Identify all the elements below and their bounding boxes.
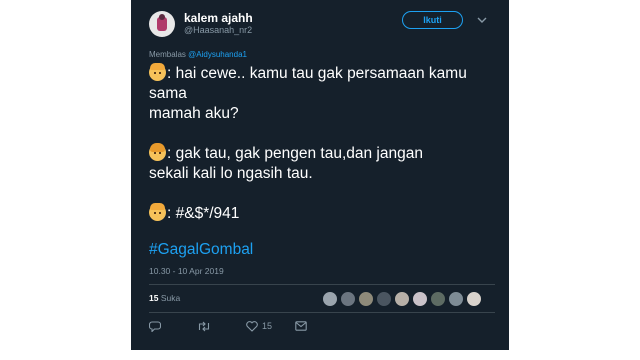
reply-button[interactable]: [149, 318, 161, 334]
man-emoji-icon: [149, 203, 166, 221]
tweet-line: : hai cewe.. kamu tau gak persamaan kamu: [149, 63, 467, 84]
chevron-down-icon[interactable]: [475, 14, 489, 26]
liker-avatar[interactable]: [412, 291, 428, 307]
tweet-card: kalem ajahh @Haasanah_nr2 Ikuti Membalas…: [131, 0, 509, 350]
man-emoji-icon: [149, 63, 166, 81]
liker-avatar[interactable]: [466, 291, 482, 307]
heart-icon: [246, 320, 258, 332]
tweet-line: sama: [149, 85, 187, 102]
retweet-button[interactable]: [197, 318, 211, 334]
like-count: 15: [262, 321, 273, 331]
divider: [149, 312, 495, 313]
tweet-actions: 15: [131, 318, 509, 336]
liker-avatars: [322, 291, 482, 307]
liker-avatar[interactable]: [340, 291, 356, 307]
retweet-icon: [198, 321, 210, 331]
author-handle[interactable]: @Haasanah_nr2: [184, 25, 252, 35]
avatar[interactable]: [149, 11, 175, 37]
tweet-line: : gak tau, gak pengen tau,dan jangan: [149, 143, 423, 164]
direct-message-button[interactable]: [295, 318, 307, 334]
woman-emoji-icon: [149, 143, 166, 161]
liker-avatar[interactable]: [430, 291, 446, 307]
tweet-line: mamah aku?: [149, 105, 239, 122]
like-button[interactable]: 15: [246, 318, 272, 334]
tweet-line: sekali kali lo ngasih tau.: [149, 165, 313, 182]
liker-avatar[interactable]: [394, 291, 410, 307]
divider: [149, 284, 495, 285]
liker-avatar[interactable]: [322, 291, 338, 307]
hashtag-link[interactable]: #GagalGombal: [149, 240, 253, 260]
likes-count: 15: [149, 293, 159, 303]
follow-button[interactable]: Ikuti: [402, 11, 463, 29]
author-display-name[interactable]: kalem ajahh: [184, 11, 253, 25]
tweet-timestamp[interactable]: 10.30 - 10 Apr 2019: [149, 266, 224, 276]
reply-context: Membalas @Aidysuhanda1: [149, 50, 247, 59]
liker-avatar[interactable]: [376, 291, 392, 307]
liker-avatar[interactable]: [448, 291, 464, 307]
envelope-icon: [295, 321, 307, 331]
avatar-head: [159, 14, 165, 20]
reply-mention-link[interactable]: @Aidysuhanda1: [188, 50, 247, 59]
reply-label: Membalas: [149, 50, 186, 59]
liker-avatar[interactable]: [358, 291, 374, 307]
reply-icon: [149, 320, 161, 332]
likes-label: Suka: [160, 293, 181, 303]
tweet-line: : #&$*/941: [149, 203, 239, 224]
tweet-header: kalem ajahh @Haasanah_nr2 Ikuti: [131, 0, 509, 42]
likes-summary[interactable]: 15 Suka: [149, 293, 180, 303]
